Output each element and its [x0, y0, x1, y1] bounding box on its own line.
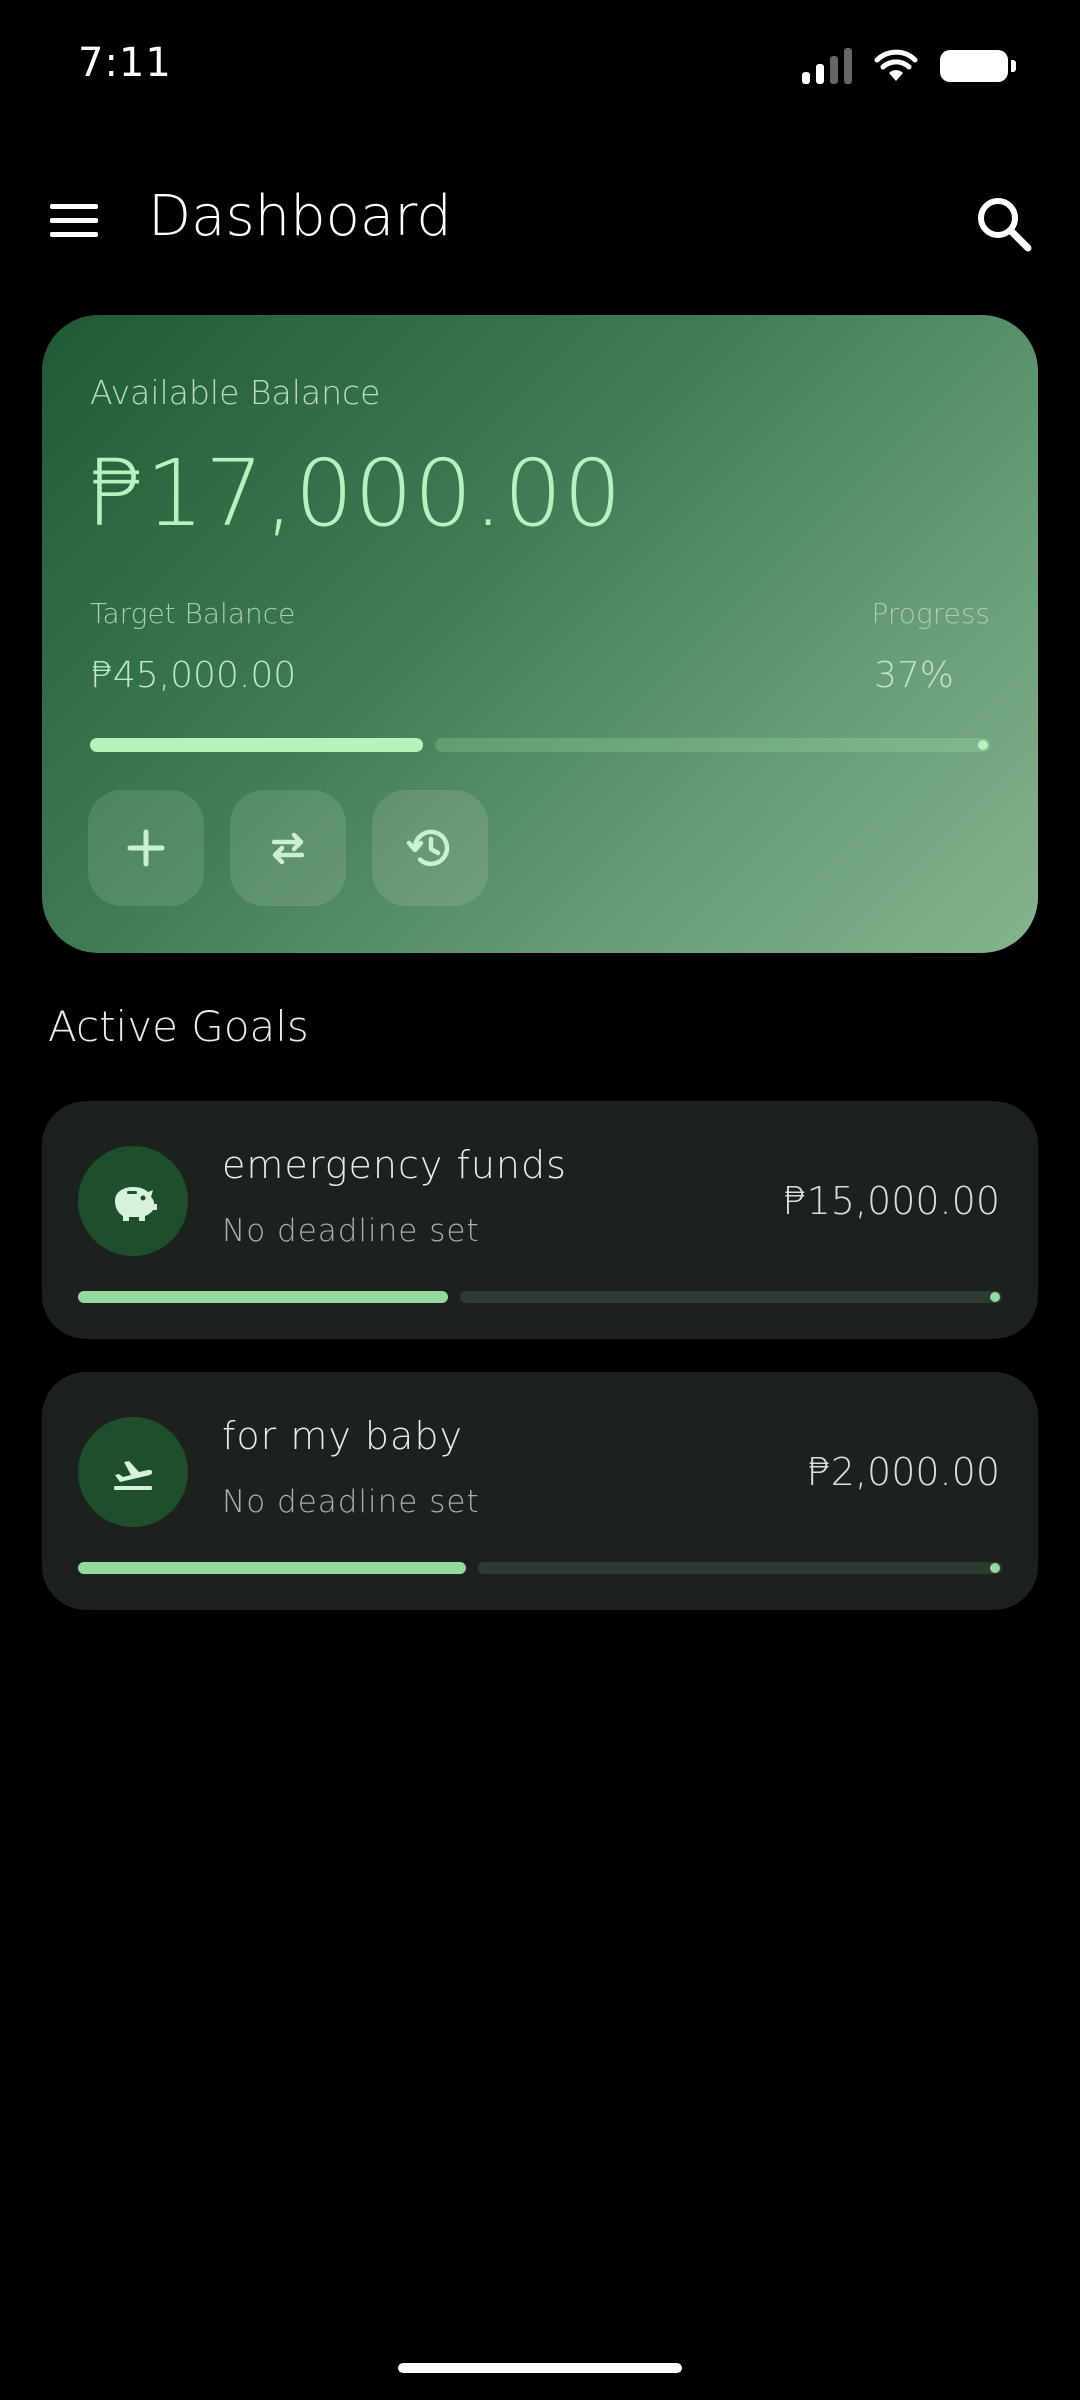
active-goals-title: Active Goals [48, 1002, 309, 1051]
search-icon [978, 198, 1032, 252]
piggy-bank-icon [115, 1187, 157, 1221]
progress-track [460, 1291, 1002, 1303]
goal-deadline: No deadline set [222, 1484, 480, 1520]
balance-card: Available Balance ₱17,000.00 Target Bala… [42, 315, 1038, 953]
progress-value: 37% [874, 655, 955, 696]
history-icon [406, 829, 450, 867]
available-balance-amount: ₱17,000.00 [86, 440, 623, 547]
target-balance-amount: ₱45,000.00 [90, 655, 297, 696]
wifi-icon [874, 49, 918, 81]
status-time: 7:11 [78, 40, 172, 86]
progress-label: Progress [871, 597, 990, 630]
goal-progress-bar [78, 1562, 1002, 1574]
menu-button[interactable] [38, 188, 110, 252]
battery-icon [940, 50, 1016, 82]
app-bar: Dashboard [0, 160, 1080, 280]
goal-name: for my baby [222, 1414, 463, 1458]
airplane-takeoff-icon [114, 1461, 153, 1490]
menu-icon-line [50, 217, 98, 223]
page-title: Dashboard [148, 184, 452, 249]
progress-fill [78, 1291, 448, 1303]
add-funds-button[interactable] [88, 790, 204, 906]
balance-progress-bar [90, 738, 990, 752]
menu-icon [50, 203, 98, 209]
search-button[interactable] [968, 188, 1040, 260]
progress-track [478, 1562, 1002, 1574]
progress-fill [90, 738, 423, 752]
goal-name: emergency funds [222, 1143, 567, 1187]
signal-icon [802, 48, 852, 84]
progress-fill [78, 1562, 466, 1574]
plus-icon [127, 829, 165, 867]
progress-end-dot [990, 1563, 1000, 1573]
history-button[interactable] [372, 790, 488, 906]
home-indicator[interactable] [398, 2363, 682, 2373]
goal-icon-badge [78, 1146, 188, 1256]
status-icons [802, 48, 1016, 84]
transfer-icon [271, 832, 305, 865]
progress-end-dot [990, 1292, 1000, 1302]
goal-amount: ₱2,000.00 [806, 1450, 1000, 1494]
goal-icon-badge [78, 1417, 188, 1527]
transfer-button[interactable] [230, 790, 346, 906]
goal-deadline: No deadline set [222, 1213, 480, 1249]
status-bar: 7:11 [0, 0, 1080, 130]
menu-icon-line [50, 231, 98, 237]
goal-progress-bar [78, 1291, 1002, 1303]
progress-track [435, 738, 990, 752]
goal-amount: ₱15,000.00 [782, 1179, 1000, 1223]
goal-card-emergency-funds[interactable]: emergency funds No deadline set ₱15,000.… [42, 1101, 1038, 1339]
target-balance-label: Target Balance [90, 597, 296, 630]
available-balance-label: Available Balance [90, 373, 381, 412]
goal-card-for-my-baby[interactable]: for my baby No deadline set ₱2,000.00 [42, 1372, 1038, 1610]
progress-end-dot [978, 740, 988, 750]
